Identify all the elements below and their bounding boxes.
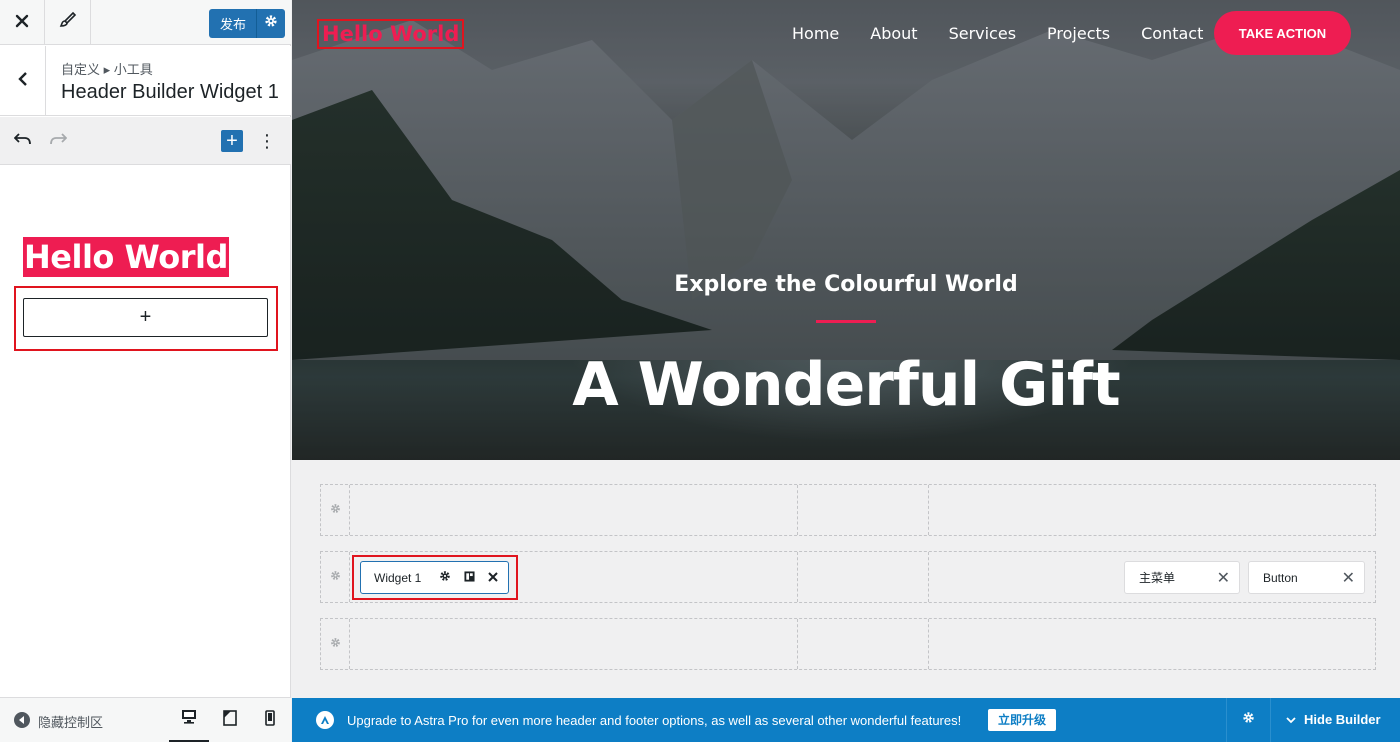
column-divider [797,619,798,669]
close-icon [488,571,499,585]
site-logo[interactable]: Hello World [317,19,465,49]
column-divider [928,552,929,602]
gear-icon [330,635,341,653]
button-item[interactable]: Button ✕ [1248,561,1365,594]
breadcrumb: 自定义 ▸ 小工具 [61,62,153,77]
undo-button[interactable] [11,129,35,153]
widget-layout-button[interactable] [457,570,481,585]
back-button[interactable] [0,46,46,116]
row-settings-button[interactable] [321,485,350,535]
hero-subtitle: Explore the Colourful World [674,272,1018,297]
section-header: 自定义 ▸ 小工具 Header Builder Widget 1 [0,46,291,116]
button-item-label: Button [1263,570,1298,585]
hide-builder-label: Hide Builder [1304,712,1381,727]
gear-icon [439,570,451,585]
gear-icon [264,14,278,33]
undo-icon [13,132,32,151]
column-divider [797,485,798,535]
redo-icon [49,132,68,151]
astra-logo-icon [316,711,334,729]
hide-builder-button[interactable]: Hide Builder [1286,712,1381,727]
customize-styles-button[interactable] [46,0,91,45]
publish-settings-button[interactable] [257,9,285,38]
site-preview-hero: Hello World Home About Services Projects… [292,0,1400,460]
desktop-icon [181,709,197,729]
close-icon[interactable]: ✕ [1217,568,1230,588]
preview-mobile-button[interactable] [250,698,290,742]
hide-controls-label: 隐藏控制区 [38,715,104,730]
column-divider [928,619,929,669]
nav-link-contact[interactable]: Contact [1141,24,1203,43]
header-builder: Widget 1 主菜单 ✕ Button ✕ [292,460,1400,697]
primary-menu-item[interactable]: 主菜单 ✕ [1124,561,1240,594]
chevron-down-icon [1286,712,1296,727]
hide-controls-button[interactable]: 隐藏控制区 [14,712,103,731]
redo-button[interactable] [46,129,70,153]
builder-row-below-header[interactable] [320,618,1376,670]
publish-button[interactable]: 发布 [209,9,258,38]
take-action-button[interactable]: TAKE ACTION [1214,11,1351,55]
preview-tablet-button[interactable] [210,698,250,742]
chevron-left-icon [17,71,29,92]
builder-row-above-header[interactable] [320,484,1376,536]
collapse-icon [14,712,30,731]
nav-link-services[interactable]: Services [949,24,1016,43]
close-customizer-button[interactable] [0,0,45,45]
astra-upgrade-bar: Upgrade to Astra Pro for even more heade… [292,698,1400,742]
widget-heading-block[interactable]: Hello World [23,237,229,277]
gear-icon [1242,711,1255,729]
widget-1-item[interactable]: Widget 1 [360,561,509,594]
publish-group: 发布 [209,9,285,38]
block-appender-button[interactable]: + [23,298,268,337]
widget-remove-button[interactable] [481,571,505,585]
close-icon[interactable]: ✕ [1342,568,1355,588]
add-block-button[interactable]: + [221,130,243,152]
nav-link-projects[interactable]: Projects [1047,24,1110,43]
more-options-icon[interactable]: ⋮ [255,129,279,153]
customizer-panel: 发布 自定义 ▸ 小工具 Header Builder Widget 1 + ⋮… [0,0,291,742]
row-settings-button[interactable] [321,619,350,669]
column-divider [797,552,798,602]
customizer-footer: 隐藏控制区 [0,697,291,742]
block-editor-toolbar: + ⋮ [0,117,291,165]
hero-divider [816,320,876,323]
widget-1-label: Widget 1 [374,570,422,585]
section-title: Header Builder Widget 1 [61,81,279,103]
mobile-icon [265,710,275,731]
nav-link-about[interactable]: About [870,24,917,43]
brush-icon [59,11,77,34]
primary-navigation: Home About Services Projects Contact [792,24,1234,43]
upgrade-message: Upgrade to Astra Pro for even more heade… [347,713,962,728]
layout-icon [464,570,475,585]
widget-settings-button[interactable] [433,570,457,585]
row-settings-button[interactable] [321,552,350,602]
gear-icon [330,501,341,519]
hero-title: A Wonderful Gift [572,350,1120,420]
primary-menu-label: 主菜单 [1139,571,1176,585]
gear-icon [330,568,341,586]
column-divider [928,485,929,535]
builder-settings-button[interactable] [1226,698,1271,742]
close-icon [15,12,29,33]
customizer-topbar: 发布 [0,0,291,45]
preview-desktop-button[interactable] [169,698,209,742]
tablet-icon [223,710,237,731]
upgrade-now-button[interactable]: 立即升级 [988,709,1057,731]
nav-link-home[interactable]: Home [792,24,839,43]
